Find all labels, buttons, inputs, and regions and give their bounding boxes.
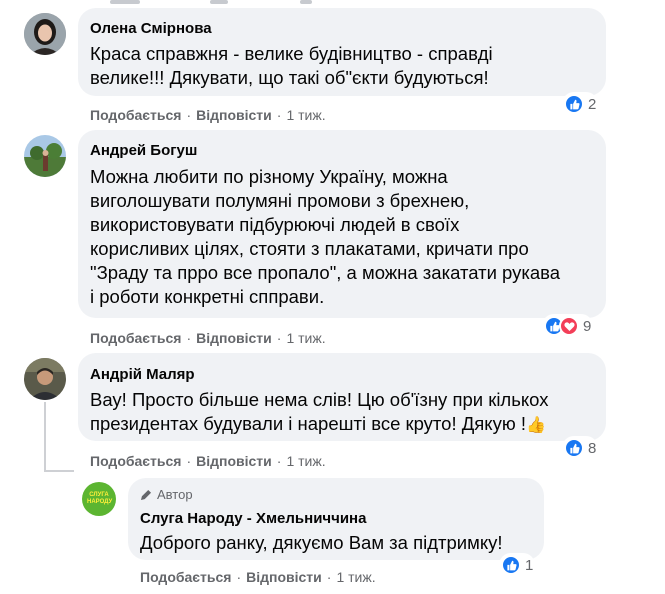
like-icon bbox=[501, 555, 521, 575]
separator: · bbox=[276, 107, 282, 123]
comment-line: використовувати підбурюючі людей в своїх bbox=[90, 214, 460, 235]
comment-line: Вау! Просто більше нема слів! Цю об'їзну… bbox=[90, 389, 549, 410]
reaction-count: 1 bbox=[525, 556, 534, 574]
avatar[interactable] bbox=[24, 358, 66, 400]
comment-text: Вау! Просто більше нема слів! Цю об'їзну… bbox=[90, 388, 549, 438]
like-icon bbox=[564, 438, 584, 458]
separator: · bbox=[186, 107, 192, 123]
reply-author[interactable]: Слуга Народу - Хмельниччина bbox=[140, 510, 366, 527]
author-badge-label: Автор bbox=[157, 487, 193, 502]
timestamp[interactable]: 1 тиж. bbox=[286, 330, 325, 346]
like-icon bbox=[564, 94, 584, 114]
like-link[interactable]: Подобається bbox=[90, 330, 181, 346]
pencil-icon bbox=[140, 489, 152, 500]
like-link[interactable]: Подобається bbox=[90, 107, 181, 123]
comment-author[interactable]: Андрій Маляр bbox=[90, 366, 195, 383]
comment-author[interactable]: Олена Смірнова bbox=[90, 20, 212, 37]
comment-line: корисливих цілях, стояти з плакатами, кр… bbox=[90, 238, 529, 259]
like-link[interactable]: Подобається bbox=[140, 569, 231, 585]
previous-comment-edge bbox=[0, 0, 665, 6]
comment-actions: Подобається · Відповісти · 1 тиж. bbox=[90, 330, 326, 346]
avatar[interactable] bbox=[24, 13, 66, 55]
comment-line: велике!!! Дякувати, що такі об"єкти буду… bbox=[90, 67, 489, 88]
reaction-count: 9 bbox=[583, 317, 592, 335]
reply-link[interactable]: Відповісти bbox=[196, 107, 272, 123]
reply-link[interactable]: Відповісти bbox=[196, 453, 272, 469]
reaction-summary[interactable]: 1 bbox=[499, 553, 536, 577]
separator: · bbox=[186, 330, 192, 346]
comment-line: "Зраду та прро все пропало", а можна зак… bbox=[90, 262, 561, 283]
timestamp[interactable]: 1 тиж. bbox=[286, 453, 325, 469]
reply-thread-line bbox=[44, 402, 46, 472]
reaction-count: 8 bbox=[588, 439, 597, 457]
thumbs-up-emoji-icon: 👍 bbox=[526, 417, 546, 434]
like-link[interactable]: Подобається bbox=[90, 453, 181, 469]
author-badge: Автор bbox=[140, 487, 193, 502]
reply-line: Доброго ранку, дякуємо Вам за підтримку! bbox=[140, 532, 503, 553]
comment-text: Краса справжня - велике будівництво - сп… bbox=[90, 42, 493, 90]
timestamp[interactable]: 1 тиж. bbox=[286, 107, 325, 123]
avatar-photo-icon bbox=[24, 13, 66, 55]
page-avatar[interactable]: СЛУГА НАРОДУ bbox=[82, 482, 116, 516]
reply-actions: Подобається · Відповісти · 1 тиж. bbox=[140, 569, 376, 585]
avatar[interactable] bbox=[24, 135, 66, 177]
reaction-summary[interactable]: 8 bbox=[562, 436, 599, 460]
comment-line: Краса справжня - велике будівництво - сп… bbox=[90, 43, 493, 64]
avatar-photo-icon bbox=[24, 358, 66, 400]
separator: · bbox=[276, 330, 282, 346]
comment-author[interactable]: Андрей Богуш bbox=[90, 142, 197, 159]
separator: · bbox=[186, 453, 192, 469]
reaction-summary[interactable]: 2 bbox=[562, 92, 599, 116]
separator: · bbox=[326, 569, 332, 585]
timestamp[interactable]: 1 тиж. bbox=[336, 569, 375, 585]
comment-actions: Подобається · Відповісти · 1 тиж. bbox=[90, 107, 326, 123]
comment-line: і роботи конкретні спправи. bbox=[90, 286, 325, 307]
avatar-photo-icon bbox=[24, 135, 66, 177]
comment-line: президентах будували і нарешті все круто… bbox=[90, 413, 527, 434]
comment-line: Можна любити по різному Україну, можна bbox=[90, 166, 448, 187]
reaction-count: 2 bbox=[588, 95, 597, 113]
comment-line: виголошувати полумяні промови з брехнею, bbox=[90, 190, 470, 211]
comment-actions: Подобається · Відповісти · 1 тиж. bbox=[90, 453, 326, 469]
separator: · bbox=[276, 453, 282, 469]
reaction-summary[interactable]: 9 bbox=[542, 314, 594, 338]
reply-thread-connector bbox=[44, 470, 74, 472]
love-icon bbox=[559, 316, 579, 336]
comment-text: Можна любити по різному Україну, можна в… bbox=[90, 165, 560, 309]
reply-link[interactable]: Відповісти bbox=[196, 330, 272, 346]
page-logo-text: СЛУГА НАРОДУ bbox=[87, 492, 113, 505]
separator: · bbox=[236, 569, 242, 585]
reply-text: Доброго ранку, дякуємо Вам за підтримку! bbox=[140, 531, 503, 555]
reply-link[interactable]: Відповісти bbox=[246, 569, 322, 585]
